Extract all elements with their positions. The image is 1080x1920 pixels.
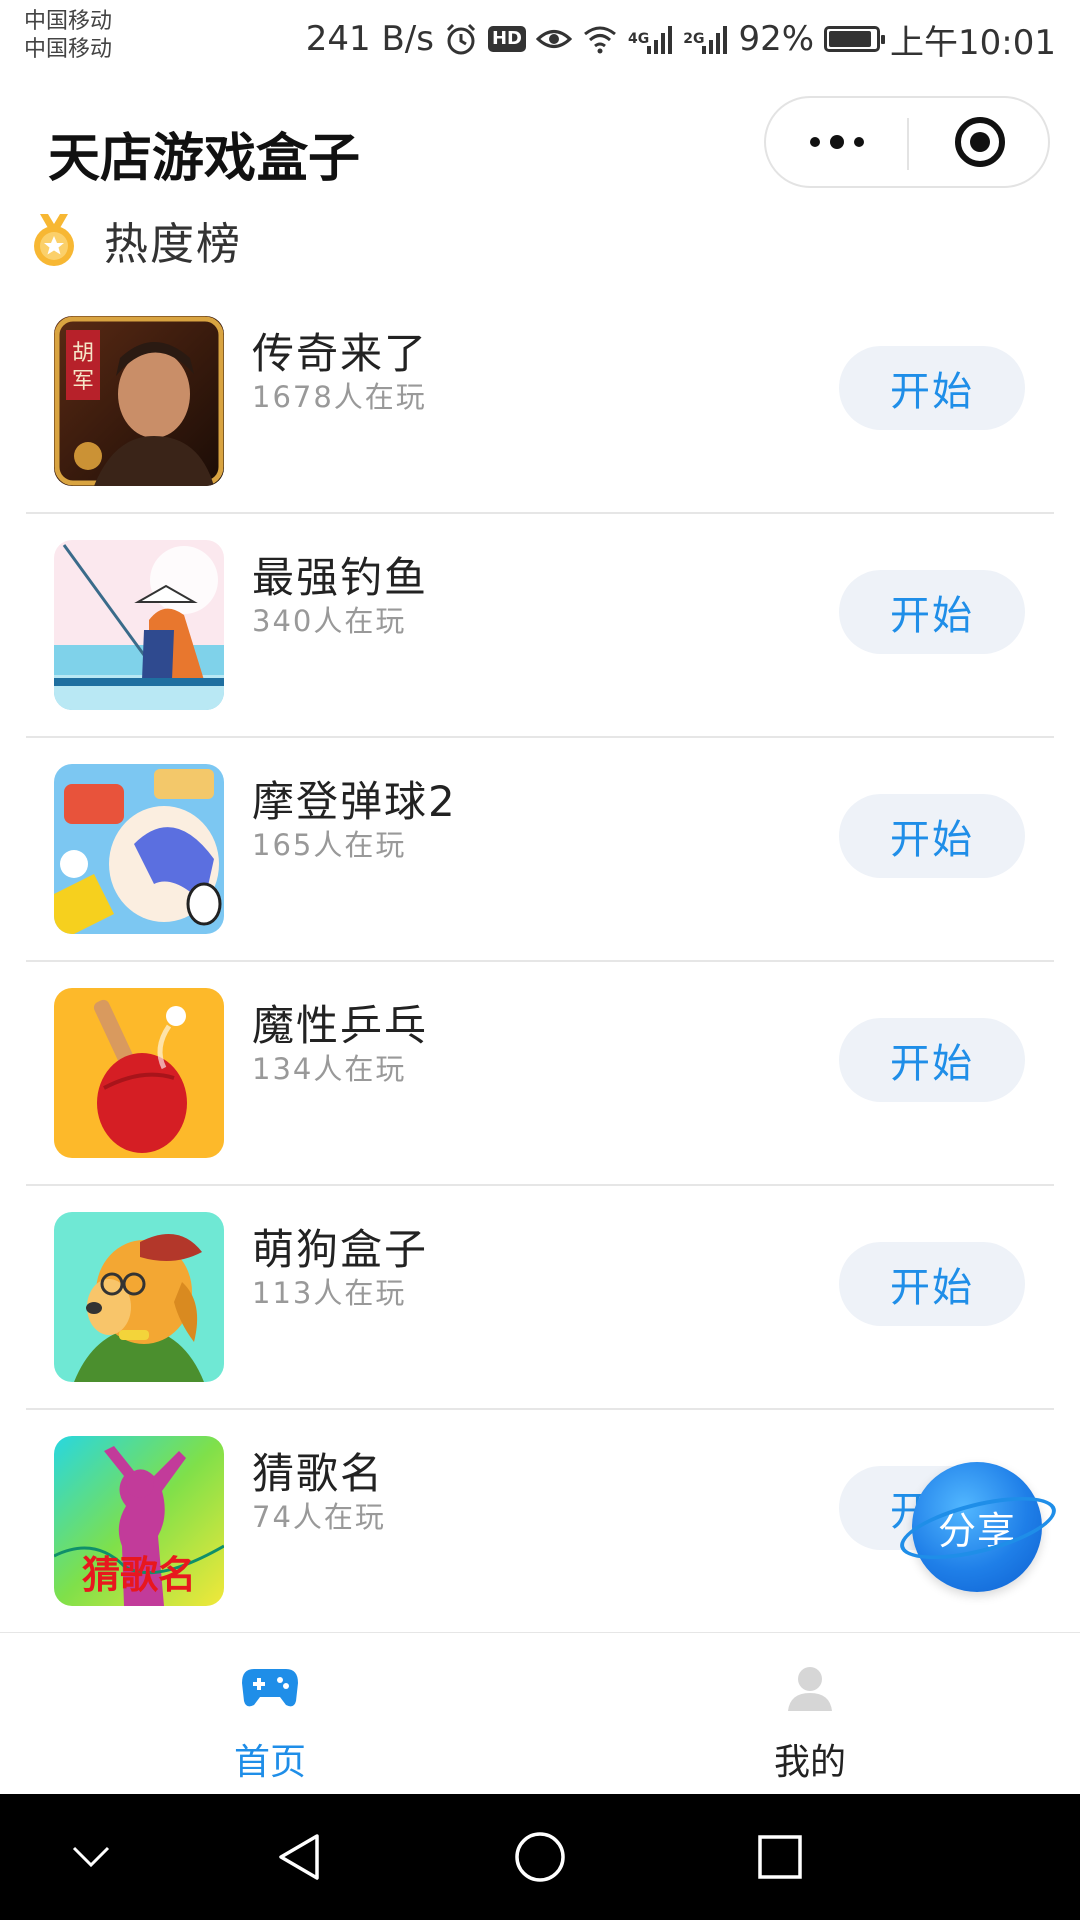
game-name: 传奇来了: [252, 329, 429, 378]
capsule-menu: [764, 96, 1050, 188]
signal-icon-1: 4G: [628, 24, 673, 54]
player-count: 1678人在玩: [252, 380, 427, 414]
list-item[interactable]: 最强钓鱼 340人在玩 开始: [26, 514, 1054, 738]
status-indicators: 241 B/s HD 4G 2G 92% 上午10:01: [306, 14, 1056, 64]
gamepad-icon: [242, 1669, 298, 1707]
close-target-icon: [954, 117, 1005, 167]
game-icon-pinball[interactable]: [54, 764, 224, 934]
network-type-2: 2G: [683, 31, 705, 47]
battery-icon: [824, 26, 886, 52]
home-circle-icon: [515, 1832, 565, 1882]
net-speed: 241 B/s: [305, 19, 434, 59]
list-item[interactable]: 猜歌名 猜歌名 74人在玩 开始: [26, 1410, 1054, 1634]
back-triangle-icon: [279, 1834, 319, 1880]
tab-bar: 首页 我的: [0, 1632, 1080, 1795]
tab-home-label: 首页: [233, 1742, 306, 1783]
player-count: 74人在玩: [252, 1500, 386, 1534]
eye-icon: [535, 26, 572, 52]
carrier-1: 中国移动: [24, 9, 113, 34]
start-button[interactable]: 开始: [839, 346, 1025, 430]
icon-label: 猜歌名: [82, 1553, 196, 1597]
tab-home[interactable]: 首页: [0, 1633, 540, 1795]
battery-percent: 92%: [738, 19, 815, 59]
list-item[interactable]: 萌狗盒子 113人在玩 开始: [26, 1186, 1054, 1410]
page-title: 天店游戏盒子: [48, 129, 361, 189]
player-count: 165人在玩: [252, 828, 407, 862]
game-icon-guess-song[interactable]: 猜歌名: [54, 1436, 224, 1606]
user-icon: [788, 1667, 832, 1711]
system-nav-bar: [0, 1794, 1080, 1920]
game-icon-pingpong[interactable]: [54, 988, 224, 1158]
section-title: 热度榜: [104, 219, 242, 270]
status-bar: 中国移动 中国移动 241 B/s HD 4G 2G 92% 上午10:01: [0, 0, 1080, 78]
icon-label-bottom: 军: [72, 369, 94, 394]
carrier-2: 中国移动: [24, 37, 113, 62]
network-type-1: 4G: [627, 31, 650, 47]
wifi-icon: [582, 24, 618, 54]
tab-mine[interactable]: 我的: [540, 1633, 1080, 1795]
icon-label-top: 胡: [72, 341, 94, 366]
recents-button[interactable]: [745, 1822, 815, 1892]
player-count: 340人在玩: [252, 604, 407, 638]
more-icon: [809, 135, 864, 149]
close-button[interactable]: [909, 98, 1050, 186]
home-button[interactable]: [505, 1822, 575, 1892]
share-button[interactable]: 分享: [912, 1462, 1042, 1592]
game-icon-dog[interactable]: [54, 1212, 224, 1382]
clock: 上午10:01: [890, 22, 1056, 63]
list-item[interactable]: 摩登弹球2 165人在玩 开始: [26, 738, 1054, 962]
list-item[interactable]: 魔性乒乓 134人在玩 开始: [26, 962, 1054, 1186]
collapse-button[interactable]: [56, 1822, 126, 1892]
nav-bar: 天店游戏盒子: [0, 88, 1080, 198]
game-name: 萌狗盒子: [252, 1225, 429, 1274]
more-button[interactable]: [766, 98, 907, 186]
hd-icon: HD: [487, 26, 526, 52]
start-button[interactable]: 开始: [839, 794, 1025, 878]
alarm-icon: [444, 22, 478, 56]
carrier-info: 中国移动 中国移动: [24, 8, 112, 64]
start-button[interactable]: 开始: [839, 1242, 1025, 1326]
game-icon-legend[interactable]: 胡 军: [54, 316, 224, 486]
game-name: 魔性乒乓: [252, 1001, 429, 1050]
game-name: 最强钓鱼: [252, 553, 429, 602]
game-name: 摩登弹球2: [252, 777, 457, 826]
section-header: 热度榜: [30, 210, 242, 270]
player-count: 113人在玩: [252, 1276, 407, 1310]
player-count: 134人在玩: [252, 1052, 407, 1086]
list-item[interactable]: 胡 军 传奇来了 1678人在玩 开始: [26, 290, 1054, 514]
battery-level: [829, 31, 872, 47]
game-list: 胡 军 传奇来了 1678人在玩 开始 最强钓鱼 340人在玩 开始 摩登弹球2…: [26, 290, 1054, 1634]
signal-icon-2: 2G: [683, 24, 728, 54]
start-button[interactable]: 开始: [839, 1018, 1025, 1102]
game-name: 猜歌名: [252, 1449, 385, 1498]
chevron-down-icon: [72, 1846, 110, 1868]
recents-square-icon: [758, 1835, 802, 1879]
game-icon-fishing[interactable]: [54, 540, 224, 710]
tab-mine-label: 我的: [773, 1742, 846, 1783]
medal-icon: [34, 214, 74, 266]
share-label: 分享: [937, 1508, 1016, 1553]
back-button[interactable]: [264, 1822, 334, 1892]
start-button[interactable]: 开始: [839, 570, 1025, 654]
